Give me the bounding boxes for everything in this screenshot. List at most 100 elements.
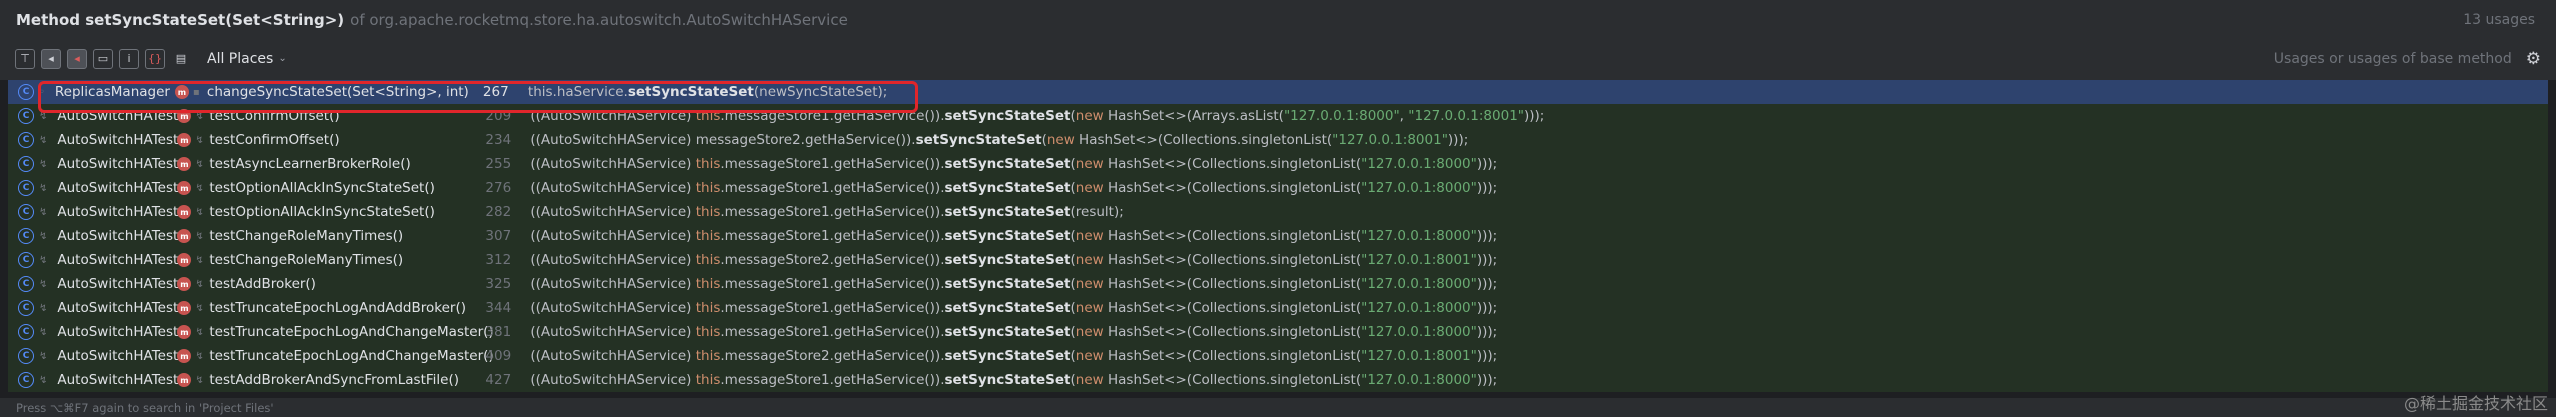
method-icon[interactable]: {} bbox=[145, 48, 165, 69]
usage-row[interactable]: C ↯ AutoSwitchHATest m ↯ testTruncateEpochLog… bbox=[8, 296, 2548, 320]
code-token: HashSet<>(Collections.singletonList( bbox=[1103, 156, 1362, 172]
code-token: ((AutoSwitchHAService) bbox=[530, 300, 696, 316]
code-token: ))); bbox=[1476, 276, 1498, 292]
class-icon: C bbox=[18, 324, 34, 340]
usage-row[interactable]: C ↯ AutoSwitchHATest m ↯ testAddBroker() 325((… bbox=[8, 272, 2548, 296]
import-icon[interactable]: i bbox=[119, 48, 139, 69]
filter-read-icon[interactable]: ◂ bbox=[41, 48, 61, 69]
code-token: , bbox=[1399, 108, 1409, 124]
usage-row[interactable]: C ↯ AutoSwitchHATest m ↯ testChangeRoleManyTi… bbox=[8, 248, 2548, 272]
code-token: this bbox=[695, 180, 721, 196]
code-token: "127.0.0.1:8000" bbox=[1361, 300, 1477, 316]
usage-row[interactable]: C ↯ AutoSwitchHATest m ↯ testOptionAllAckInSy… bbox=[8, 200, 2548, 224]
method-icon: m bbox=[177, 373, 192, 387]
method-icon: m bbox=[177, 229, 192, 243]
code-token: HashSet<>(Collections.singletonList( bbox=[1103, 180, 1362, 196]
code-token: ))); bbox=[1476, 228, 1498, 244]
usage-line-number: 325 bbox=[485, 276, 512, 292]
code-token: "127.0.0.1:8000" bbox=[1361, 372, 1477, 388]
usage-row[interactable]: C ↯ AutoSwitchHATest m ↯ testConfirmOffset() 2… bbox=[8, 128, 2548, 152]
code-token: "127.0.0.1:8000" bbox=[1361, 276, 1477, 292]
code-token: .messageStore1.getHaService()). bbox=[720, 300, 945, 316]
usage-row[interactable]: C ↯ AutoSwitchHATest m ↯ testAsyncLearnerBrok… bbox=[8, 152, 2548, 176]
group-by-file-icon[interactable]: ▭ bbox=[93, 48, 113, 69]
code-token: setSyncStateSet bbox=[944, 300, 1071, 316]
method-icon: m bbox=[177, 277, 192, 291]
usage-row[interactable]: C ↯ AutoSwitchHATest m ↯ testTruncateEpochLog… bbox=[8, 344, 2548, 368]
usage-row[interactable]: C ◦ ReplicasManager m ▪ changeSyncStateSet(Se… bbox=[8, 80, 2548, 104]
code-token: HashSet<>(Collections.singletonList( bbox=[1103, 300, 1362, 316]
test-icon: ↯ bbox=[195, 374, 204, 386]
code-token: setSyncStateSet bbox=[944, 108, 1071, 124]
class-icon: C bbox=[18, 228, 34, 244]
code-token: new bbox=[1075, 324, 1104, 340]
code-token: this bbox=[695, 156, 721, 172]
code-token: this.haService. bbox=[527, 84, 628, 100]
preview-icon[interactable]: ▤ bbox=[171, 49, 191, 69]
code-token: HashSet<>(Collections.singletonList( bbox=[1074, 132, 1333, 148]
code-token: this bbox=[695, 324, 721, 340]
usage-code: ((AutoSwitchHAService) this.messageStore… bbox=[530, 276, 1497, 292]
usage-method: testChangeRoleManyTimes() bbox=[209, 228, 404, 244]
usages-toolbar: ⊤ ◂ ◂ ▭ i {} ▤ All Places ⌄ Usages or us… bbox=[0, 40, 2556, 77]
test-icon: ↯ bbox=[195, 302, 204, 314]
code-token: new bbox=[1075, 228, 1104, 244]
method-icon: m bbox=[177, 109, 192, 123]
code-token: ((AutoSwitchHAService) bbox=[530, 252, 696, 268]
test-icon: ↯ bbox=[39, 206, 48, 218]
test-icon: ↯ bbox=[195, 182, 204, 194]
usage-row[interactable]: C ↯ AutoSwitchHATest m ↯ testTruncateEpochLog… bbox=[8, 320, 2548, 344]
code-token: .messageStore2.getHaService()). bbox=[720, 252, 945, 268]
code-token: "127.0.0.1:8001" bbox=[1408, 108, 1524, 124]
code-token: ((AutoSwitchHAService) bbox=[530, 372, 696, 388]
code-token: ((AutoSwitchHAService) bbox=[530, 324, 696, 340]
test-icon: ↯ bbox=[39, 350, 48, 362]
code-token: ))); bbox=[1476, 324, 1498, 340]
usage-method: testAddBrokerAndSyncFromLastFile() bbox=[209, 372, 460, 388]
test-icon: ↯ bbox=[39, 254, 48, 266]
code-token: ))); bbox=[1476, 156, 1498, 172]
usage-line-number: 381 bbox=[485, 324, 512, 340]
code-token: setSyncStateSet bbox=[944, 276, 1071, 292]
code-token: HashSet<>(Collections.singletonList( bbox=[1103, 372, 1362, 388]
usage-row[interactable]: C ↯ AutoSwitchHATest m ↯ testConfirmOffset() 2… bbox=[8, 104, 2548, 128]
code-token: ))); bbox=[1476, 180, 1498, 196]
scope-dropdown[interactable]: All Places ⌄ bbox=[207, 51, 287, 67]
usage-code: ((AutoSwitchHAService) messageStore2.get… bbox=[530, 132, 1468, 148]
code-token: .messageStore2.getHaService()). bbox=[720, 348, 945, 364]
code-token: ((AutoSwitchHAService) bbox=[530, 180, 696, 196]
popup-location: of org.apache.rocketmq.store.ha.autoswit… bbox=[350, 11, 848, 29]
code-token: .messageStore1.getHaService()). bbox=[720, 108, 945, 124]
code-token: .messageStore1.getHaService()). bbox=[720, 204, 945, 220]
usage-method: changeSyncStateSet(Set<String>, int) bbox=[206, 84, 469, 100]
usage-row[interactable]: C ↯ AutoSwitchHATest m ↯ testChangeRoleManyTi… bbox=[8, 224, 2548, 248]
method-icon: m bbox=[177, 205, 192, 219]
usage-method: testAddBroker() bbox=[209, 276, 316, 292]
usage-row[interactable]: C ↯ AutoSwitchHATest m ↯ testOptionAllAckInSy… bbox=[8, 176, 2548, 200]
code-token: this bbox=[695, 204, 721, 220]
code-token: ((AutoSwitchHAService) bbox=[530, 156, 696, 172]
usage-line-number: 276 bbox=[485, 180, 512, 196]
filter-write-icon[interactable]: ◂ bbox=[67, 48, 87, 69]
test-icon: ↯ bbox=[39, 278, 48, 290]
gear-icon[interactable]: ⚙ bbox=[2526, 49, 2541, 69]
code-token: .messageStore1.getHaService()). bbox=[720, 372, 945, 388]
merge-icon[interactable]: ⊤ bbox=[15, 48, 35, 69]
usage-line-number: 409 bbox=[485, 348, 512, 364]
code-token: .messageStore1.getHaService()). bbox=[720, 180, 945, 196]
usage-class: AutoSwitchHATest bbox=[57, 204, 179, 220]
code-token: new bbox=[1046, 132, 1075, 148]
code-token: (newSyncStateSet); bbox=[753, 84, 888, 100]
usage-row[interactable]: C ↯ AutoSwitchHATest m ↯ testAddBrokerAndSync… bbox=[8, 368, 2548, 392]
usage-class: AutoSwitchHATest bbox=[57, 300, 179, 316]
code-token: "127.0.0.1:8000" bbox=[1361, 228, 1477, 244]
usage-code: ((AutoSwitchHAService) this.messageStore… bbox=[530, 180, 1497, 196]
usage-method: testTruncateEpochLogAndChangeMaster() bbox=[209, 324, 494, 340]
code-token: new bbox=[1075, 348, 1104, 364]
class-icon: C bbox=[18, 348, 34, 364]
code-token: setSyncStateSet bbox=[627, 84, 754, 100]
usage-code: ((AutoSwitchHAService) this.messageStore… bbox=[530, 204, 1123, 220]
usage-method: testConfirmOffset() bbox=[209, 132, 340, 148]
method-icon: m bbox=[174, 85, 189, 99]
usage-class: AutoSwitchHATest bbox=[57, 372, 179, 388]
